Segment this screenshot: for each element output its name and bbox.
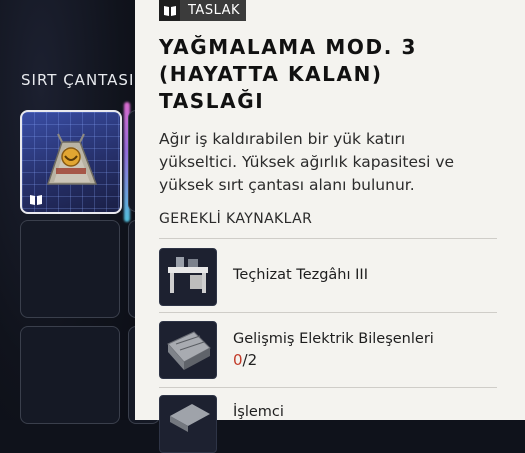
resource-have-count: 0: [233, 351, 243, 369]
resource-row: Teçhizat Tezgâhı III: [159, 245, 497, 306]
inventory-slot-empty[interactable]: [20, 326, 120, 424]
electrical-components-icon: [159, 321, 217, 379]
badge-label: TASLAK: [188, 3, 241, 18]
processor-icon: [159, 395, 217, 453]
item-title-line: YAĞMALAMA MOD. 3: [159, 35, 417, 59]
description-line: Ağır iş kaldırabilen bir yük katırı: [159, 130, 406, 148]
description-line: yükseltici. Yüksek ağırlık kapasitesi ve: [159, 153, 455, 171]
backpack-title: SIRT ÇANTASI: [21, 71, 135, 89]
resource-name: Teçhizat Tezgâhı III: [233, 267, 368, 283]
resource-row: Gelişmiş Elektrik Bileşenleri 0/2: [159, 318, 497, 379]
resource-name: İşlemci: [233, 404, 284, 420]
divider: [159, 387, 497, 388]
divider: [159, 312, 497, 313]
resource-need-count: /2: [242, 351, 258, 369]
item-tooltip: TASLAK YAĞMALAMA MOD. 3 (HAYATTA KALAN) …: [135, 0, 525, 453]
requirements-header: GEREKLİ KAYNAKLAR: [159, 211, 313, 227]
resource-count: 0/2: [233, 351, 257, 369]
description-line: yüksek sırt çantası alanı bulunur.: [159, 176, 415, 194]
item-description: Ağır iş kaldırabilen bir yük katırı yüks…: [159, 128, 504, 197]
inventory-slot-blueprint[interactable]: [20, 110, 122, 214]
book-icon: [30, 195, 42, 205]
book-icon: [159, 0, 180, 21]
resource-name: Gelişmiş Elektrik Bileşenleri: [233, 331, 434, 347]
item-title-line: (HAYATTA KALAN): [159, 62, 383, 86]
backpack-panel: SIRT ÇANTASI: [0, 0, 160, 424]
item-title: YAĞMALAMA MOD. 3 (HAYATTA KALAN) TASLAĞI: [159, 34, 509, 115]
workbench-icon: [159, 248, 217, 306]
divider: [159, 238, 497, 239]
inventory-slot-empty[interactable]: [20, 220, 120, 318]
item-title-line: TASLAĞI: [159, 89, 265, 113]
blueprint-badge: TASLAK: [159, 0, 247, 21]
resource-row: İşlemci: [159, 392, 497, 453]
